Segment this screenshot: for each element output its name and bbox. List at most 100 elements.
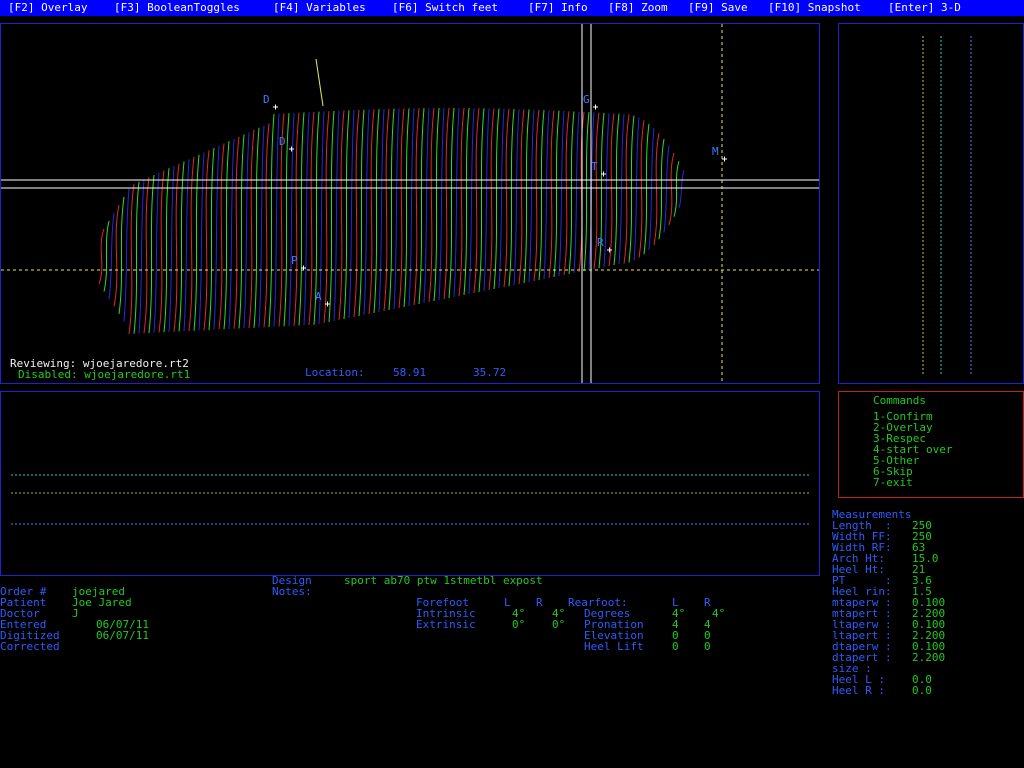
foot-contours <box>98 107 685 335</box>
scan-contour-line <box>603 113 610 268</box>
landmark-label[interactable]: G <box>583 93 590 106</box>
scan-contour-line <box>553 110 560 278</box>
scan-contour-line <box>183 159 190 332</box>
scan-contour-line <box>573 111 580 274</box>
measurements-block: Measurements Length :250 Width FF: 250 Widt… <box>832 509 1022 699</box>
order-value: J <box>72 607 79 620</box>
scan-contour-line <box>228 138 235 330</box>
menu-variables[interactable]: [F4] Variables <box>273 2 366 13</box>
scan-viewer-panel[interactable]: DDGTMPRA Reviewing: wjoejaredore.rt2 Dis… <box>0 23 820 384</box>
scan-contour-line <box>403 108 410 308</box>
scan-contour-line <box>458 107 465 297</box>
scan-contour-line <box>438 107 445 301</box>
scan-contour-line <box>508 108 515 287</box>
scan-contour-line <box>503 108 510 288</box>
scan-contour-line <box>298 112 305 326</box>
heel-lift-r: 0 <box>704 640 711 653</box>
scan-contour-line <box>348 110 355 319</box>
scan-contour-line <box>173 163 180 332</box>
forefoot-table: Forefoot L R Intrinsic 4° 4° Extrinsic 0… <box>416 597 576 637</box>
foot-scan-canvas[interactable]: D D G T M P R A <box>1 24 819 383</box>
scan-contour-line <box>463 108 470 296</box>
heel-lift-l: 0 <box>672 640 679 653</box>
scan-contour-line <box>423 108 430 304</box>
measurement-value: 2.200 <box>912 651 946 664</box>
landmark-label[interactable]: D <box>279 135 286 148</box>
scan-contour-line <box>323 111 330 324</box>
notes-label: Notes: <box>272 585 312 598</box>
scan-contour-line <box>303 112 310 326</box>
scan-contour-line <box>398 108 405 309</box>
scan-contour-line <box>618 113 625 265</box>
landmark-label[interactable]: D <box>263 93 270 106</box>
menu-save[interactable]: [F9] Save <box>688 2 748 13</box>
scan-contour-line <box>243 132 250 329</box>
scan-contour-line <box>143 177 150 334</box>
scan-contour-line <box>333 110 340 322</box>
scan-contour-line <box>583 112 590 272</box>
scan-contour-line <box>233 136 240 329</box>
scan-contour-line <box>123 188 130 322</box>
scan-contour-line <box>103 220 110 292</box>
commands-panel: Commands 1-Confirm 2-Overlay 3-Respec 4-… <box>838 391 1024 498</box>
scan-contour-line <box>558 110 565 277</box>
scan-contour-line <box>498 108 505 289</box>
scan-contour-line <box>413 108 420 306</box>
scan-contour-line <box>328 110 335 323</box>
forefoot-col-l: L <box>504 596 511 609</box>
scan-contour-line <box>643 123 650 255</box>
scan-contour-line <box>388 108 395 311</box>
landmark-label[interactable]: M <box>712 145 719 158</box>
scan-contour-line <box>428 108 435 303</box>
scan-contour-line <box>148 174 155 334</box>
location-y: 35.72 <box>473 366 507 379</box>
scan-contour-line <box>113 204 120 307</box>
menu-zoom[interactable]: [F8] Zoom <box>608 2 668 13</box>
scan-contour-line <box>433 107 440 302</box>
scan-contour-line <box>108 212 115 300</box>
scan-contour-line <box>513 109 520 286</box>
landmark-label[interactable]: P <box>291 254 298 267</box>
order-label: Corrected <box>0 640 60 653</box>
degrees-r: 4° <box>712 607 726 620</box>
scan-contour-line <box>118 196 125 315</box>
landmark-label[interactable]: R <box>597 236 604 249</box>
menu-boolean-toggles[interactable]: [F3] BooleanToggles <box>114 2 240 13</box>
scan-contour-line <box>453 107 460 298</box>
landmark-label[interactable]: T <box>591 160 598 173</box>
rearfoot-col-r: R <box>704 596 711 609</box>
side-profile-panel[interactable] <box>838 23 1024 384</box>
scan-contour-line <box>288 112 295 327</box>
landmark-marker <box>593 104 598 110</box>
scan-contour-line <box>393 108 400 310</box>
scan-contour-line <box>218 143 225 330</box>
scan-contour-line <box>203 150 210 331</box>
landmark-label[interactable]: A <box>315 290 322 303</box>
design-value: sport ab70 ptw 1stmetbl expost <box>344 574 543 587</box>
scan-contour-line <box>353 109 360 318</box>
menu-overlay[interactable]: [F2] Overlay <box>8 2 87 13</box>
extrinsic-l: 0° <box>512 618 526 631</box>
scan-contour-line <box>98 228 105 285</box>
commands-title: Commands <box>873 394 926 407</box>
order-info-block: Order # joejared Patient Joe Jared Doctor J En… <box>0 586 270 656</box>
scan-contour-line <box>213 145 220 330</box>
menu-info[interactable]: [F7] Info <box>528 2 588 13</box>
scan-contour-line <box>308 111 315 326</box>
profile-graph-panel[interactable] <box>0 391 820 576</box>
scan-contour-line <box>138 179 145 334</box>
scan-contour-line <box>368 109 375 315</box>
menu-3d[interactable]: [Enter] 3-D <box>888 2 961 13</box>
menu-snapshot[interactable]: [F10] Snapshot <box>768 2 861 13</box>
command-exit[interactable]: 7-exit <box>873 477 913 488</box>
scan-contour-line <box>628 115 635 263</box>
scan-contour-line <box>188 156 195 332</box>
scan-contour-line <box>563 111 570 276</box>
scan-contour-line <box>128 183 135 335</box>
landmark-marker <box>289 146 294 152</box>
location-x: 58.91 <box>393 366 427 379</box>
scan-contour-line <box>383 108 390 312</box>
menu-switch-feet[interactable]: [F6] Switch feet <box>392 2 498 13</box>
scan-contour-line <box>238 134 245 329</box>
extrinsic-label: Extrinsic <box>416 618 476 631</box>
